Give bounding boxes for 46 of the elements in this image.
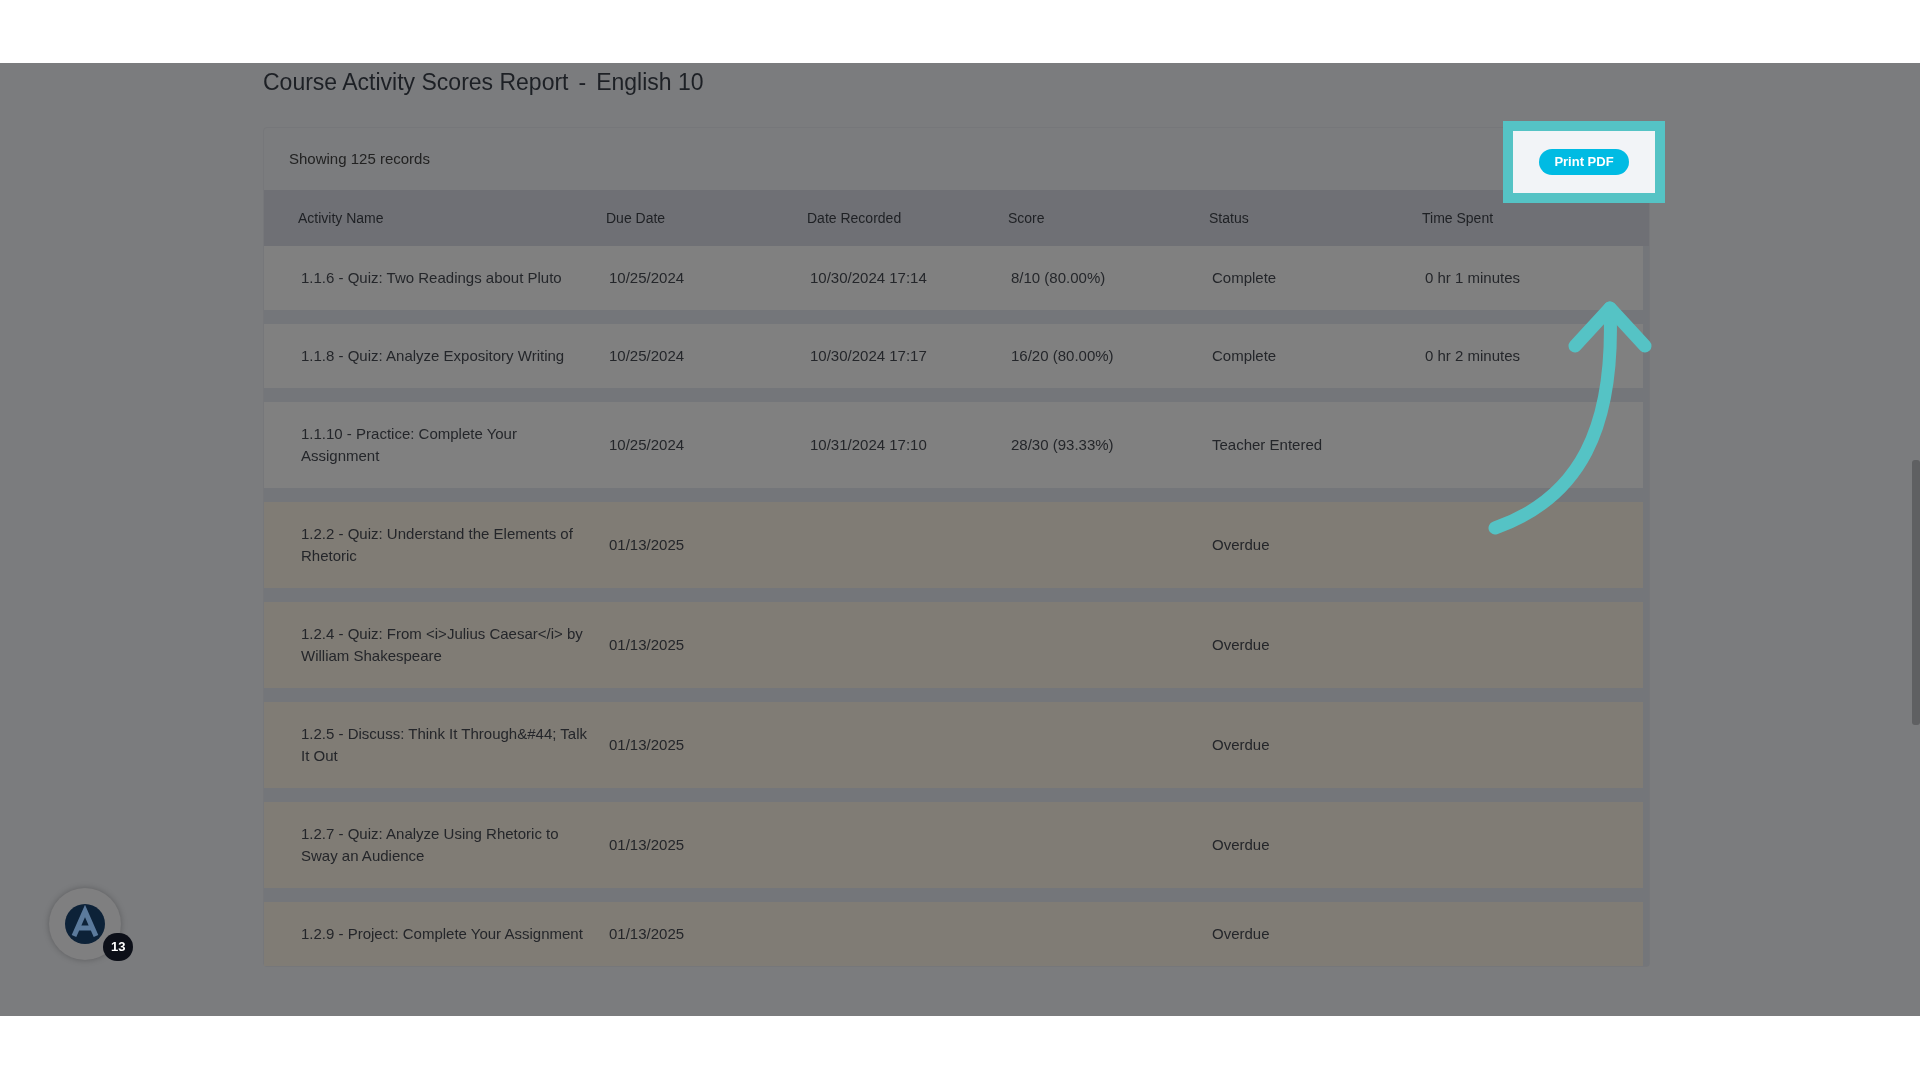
column-header[interactable]: Date Recorded: [807, 207, 902, 229]
table-cell-text: 10/25/2024: [609, 435, 686, 455]
activity-link[interactable]: 1.2.7 - Quiz: Analyze Using Rhetoric to Sway an Audience: [301, 823, 595, 867]
table-cell-text: 01/13/2025: [609, 535, 686, 555]
table-cell-text: Teacher Entered: [1212, 435, 1324, 455]
activity-link[interactable]: 1.1.6 - Quiz: Two Readings about Pluto: [301, 267, 595, 289]
table-cell-text: 01/13/2025: [609, 635, 686, 655]
course-name: English 10: [596, 68, 704, 97]
report-title: Course Activity Scores Report: [263, 68, 569, 97]
activity-link[interactable]: 1.2.9 - Project: Complete Your Assignment: [301, 923, 595, 945]
table-cell-text: 10/25/2024: [609, 268, 686, 288]
title-separator: -: [578, 68, 587, 97]
table-cell-text: 0 hr 1 minutes: [1425, 268, 1522, 288]
table-cell-text: Overdue: [1212, 924, 1271, 944]
records-count: Showing 125 records: [289, 148, 430, 169]
activity-link[interactable]: 1.1.8 - Quiz: Analyze Expository Writing: [301, 345, 595, 367]
activity-link[interactable]: 1.2.5 - Discuss: Think It Through&#44; Talk It Out: [301, 723, 595, 767]
table-cell-text: Complete: [1212, 346, 1278, 366]
table-cell-text: 0 hr 2 minutes: [1425, 346, 1522, 366]
activity-link[interactable]: 1.2.4 - Quiz: From <i>Julius Caesar</i> by William Shakespeare: [301, 623, 595, 667]
table-cell-text: 8/10 (80.00%): [1011, 268, 1107, 288]
column-header[interactable]: Status: [1209, 207, 1249, 229]
column-header[interactable]: Time Spent: [1422, 207, 1494, 229]
table-cell-text: 28/30 (93.33%): [1011, 435, 1115, 455]
table-cell-text: 10/25/2024: [609, 346, 686, 366]
column-header[interactable]: Score: [1008, 207, 1045, 229]
activity-link[interactable]: 1.2.2 - Quiz: Understand the Elements of Rhetoric: [301, 523, 595, 567]
table-cell-text: 01/13/2025: [609, 835, 686, 855]
column-header[interactable]: Activity Name: [298, 207, 384, 229]
print-pdf-button[interactable]: Print PDF: [1539, 149, 1629, 175]
table-cell-text: Overdue: [1212, 835, 1271, 855]
table-cell-text: 16/20 (80.00%): [1011, 346, 1115, 366]
table-cell-text: 10/31/2024 17:10: [810, 435, 928, 455]
table-cell-text: Overdue: [1212, 735, 1271, 755]
table-cell-text: Overdue: [1212, 535, 1271, 555]
table-cell-text: Complete: [1212, 268, 1278, 288]
scrollbar-thumb[interactable]: [1912, 460, 1920, 725]
table-cell-text: 10/30/2024 17:17: [810, 346, 928, 366]
activity-link[interactable]: 1.1.10 - Practice: Complete Your Assignment: [301, 423, 595, 467]
table-cell-text: 10/30/2024 17:14: [810, 268, 928, 288]
logo-icon: [64, 903, 106, 945]
table-cell-text: 01/13/2025: [609, 924, 686, 944]
table-cell-text: 01/13/2025: [609, 735, 686, 755]
column-header[interactable]: Due Date: [606, 207, 666, 229]
notification-badge: 13: [103, 933, 134, 961]
table-cell-text: Overdue: [1212, 635, 1271, 655]
